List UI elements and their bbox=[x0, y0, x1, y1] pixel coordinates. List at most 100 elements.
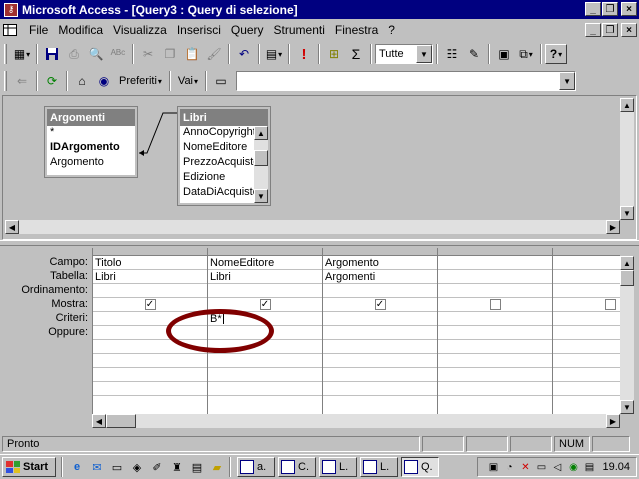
notepad-icon[interactable]: ✐ bbox=[148, 458, 166, 476]
copy-icon[interactable]: ❐ bbox=[159, 44, 181, 64]
paste-icon[interactable]: 📋 bbox=[181, 44, 203, 64]
table-pane[interactable]: Argomenti * IDArgomento Argomento Libri … bbox=[2, 95, 637, 240]
field-list-item[interactable]: AnnoCopyright bbox=[180, 126, 254, 141]
column-selector[interactable] bbox=[323, 248, 437, 256]
show-checkbox[interactable]: ✓ bbox=[144, 299, 156, 310]
menu-strumenti[interactable]: Strumenti bbox=[269, 23, 330, 37]
grid-cell-oppure[interactable] bbox=[438, 326, 552, 340]
volume-icon[interactable]: ◁ bbox=[550, 460, 564, 474]
scroll-right-icon[interactable]: ▶ bbox=[606, 414, 620, 428]
build-icon[interactable]: ✎ bbox=[463, 44, 485, 64]
taskbar-item-active[interactable]: Q. bbox=[401, 457, 439, 477]
back-arrow-icon[interactable]: ⇐ bbox=[11, 71, 33, 91]
grid-cell-oppure[interactable] bbox=[208, 326, 322, 340]
scroll-left-icon[interactable]: ◀ bbox=[5, 220, 19, 234]
grid-cell-campo[interactable]: Titolo bbox=[93, 256, 207, 270]
grid-cell-oppure[interactable] bbox=[93, 326, 207, 340]
cut-icon[interactable]: ✂ bbox=[137, 44, 159, 64]
grid-cell-tabella[interactable] bbox=[553, 270, 620, 284]
grid-column[interactable]: NomeEditore Libri ✓ B* bbox=[208, 248, 323, 414]
save-icon[interactable] bbox=[41, 44, 63, 64]
search-web-icon[interactable]: ◉ bbox=[93, 71, 115, 91]
grid-cell-mostra[interactable]: ✓ bbox=[208, 298, 322, 312]
favorites-menu[interactable]: Preferiti ▾ bbox=[115, 75, 166, 87]
show-checkbox[interactable]: ✓ bbox=[374, 299, 386, 310]
scroll-down-icon[interactable]: ▼ bbox=[620, 400, 634, 414]
query-document-icon[interactable] bbox=[2, 23, 18, 37]
field-list-item[interactable]: Edizione bbox=[180, 171, 254, 186]
doc-restore-button[interactable]: ❐ bbox=[602, 23, 618, 37]
grid-cell-criteri[interactable] bbox=[323, 312, 437, 326]
field-list-item[interactable]: * bbox=[47, 126, 135, 141]
chevron-down-icon[interactable]: ▼ bbox=[416, 45, 432, 63]
show-table-icon[interactable]: ⊞ bbox=[323, 44, 345, 64]
column-selector[interactable] bbox=[208, 248, 322, 256]
folder-icon[interactable]: ▰ bbox=[208, 458, 226, 476]
taskbar-item[interactable]: L. bbox=[319, 457, 357, 477]
grid-cell-ordinamento[interactable] bbox=[438, 284, 552, 298]
grid-cell-campo[interactable] bbox=[553, 256, 620, 270]
grid-cell-ordinamento[interactable] bbox=[553, 284, 620, 298]
scroll-left-icon[interactable]: ◀ bbox=[92, 414, 106, 428]
go-menu[interactable]: Vai ▾ bbox=[174, 75, 202, 87]
menu-finestra[interactable]: Finestra bbox=[330, 23, 383, 37]
show-checkbox[interactable] bbox=[604, 299, 616, 310]
help-icon[interactable]: ? ▾ bbox=[545, 44, 567, 64]
grid-cell-mostra[interactable] bbox=[438, 298, 552, 312]
table-argomenti[interactable]: Argomenti * IDArgomento Argomento bbox=[44, 106, 138, 178]
grid-vertical-scrollbar[interactable]: ▲ ▼ bbox=[620, 256, 634, 414]
grid-cell-tabella[interactable] bbox=[438, 270, 552, 284]
spelling-icon[interactable]: ᴬᴮᶜ bbox=[107, 44, 129, 64]
grid-cell-criteri[interactable] bbox=[553, 312, 620, 326]
menu-file[interactable]: File bbox=[24, 23, 53, 37]
column-selector[interactable] bbox=[93, 248, 207, 256]
grid-cell-campo[interactable]: NomeEditore bbox=[208, 256, 322, 270]
scroll-down-icon[interactable]: ▼ bbox=[254, 189, 268, 203]
antivirus-icon[interactable]: ◉ bbox=[566, 460, 580, 474]
calculator-icon[interactable]: ▤ bbox=[188, 458, 206, 476]
grid-cell-ordinamento[interactable] bbox=[208, 284, 322, 298]
chevron-down-icon[interactable]: ▼ bbox=[559, 72, 576, 90]
grid-cell-criteri[interactable] bbox=[93, 312, 207, 326]
new-object-icon[interactable]: ⧉ ▾ bbox=[515, 44, 537, 64]
scroll-right-icon[interactable]: ▶ bbox=[606, 220, 620, 234]
close-button[interactable]: × bbox=[621, 2, 637, 16]
scroll-up-icon[interactable]: ▲ bbox=[620, 256, 634, 270]
doc-close-button[interactable]: × bbox=[621, 23, 637, 37]
top-values-combo[interactable]: Tutte ▼ bbox=[375, 44, 433, 64]
grid-cell-ordinamento[interactable] bbox=[323, 284, 437, 298]
taskbar-item[interactable]: L. bbox=[360, 457, 398, 477]
grid-column[interactable] bbox=[553, 248, 620, 414]
disconnected-icon[interactable]: ✕ bbox=[518, 460, 532, 474]
grid-cell-campo[interactable] bbox=[438, 256, 552, 270]
channels-icon[interactable]: ◈ bbox=[128, 458, 146, 476]
pane-splitter[interactable] bbox=[0, 240, 639, 246]
menu-help[interactable]: ? bbox=[383, 23, 400, 37]
field-list-scrollbar[interactable]: ▲ ▼ bbox=[254, 126, 268, 203]
table-libri-title[interactable]: Libri bbox=[180, 109, 268, 126]
view-icon[interactable]: ▦ ▾ bbox=[11, 44, 33, 64]
show-checkbox[interactable]: ✓ bbox=[259, 299, 271, 310]
grid-cell-tabella[interactable]: Libri bbox=[208, 270, 322, 284]
task-icon[interactable]: ▤ bbox=[582, 460, 596, 474]
query-type-icon[interactable]: ▤ ▾ bbox=[263, 44, 285, 64]
paint-icon[interactable]: ♜ bbox=[168, 458, 186, 476]
totals-icon[interactable]: Σ bbox=[345, 44, 367, 64]
format-painter-icon[interactable]: 🖌 bbox=[203, 44, 225, 64]
taskbar-item[interactable]: C. bbox=[278, 457, 316, 477]
scroll-thumb[interactable] bbox=[254, 150, 268, 166]
field-list-item[interactable]: PrezzoAcquisto bbox=[180, 156, 254, 171]
doc-minimize-button[interactable]: _ bbox=[585, 23, 601, 37]
grid-cell-campo[interactable]: Argomento bbox=[323, 256, 437, 270]
minimize-button[interactable]: _ bbox=[585, 2, 601, 16]
scroll-down-icon[interactable]: ▼ bbox=[620, 206, 634, 220]
show-checkbox[interactable] bbox=[489, 299, 501, 310]
menu-visualizza[interactable]: Visualizza bbox=[108, 23, 172, 37]
clock[interactable]: 19.04 bbox=[602, 461, 630, 473]
restore-button[interactable]: ❐ bbox=[602, 2, 618, 16]
show-only-web-toolbar-icon[interactable]: ▭ bbox=[210, 71, 232, 91]
grid-cell-mostra[interactable]: ✓ bbox=[93, 298, 207, 312]
run-icon[interactable]: ! bbox=[293, 44, 315, 64]
outlook-icon[interactable]: ✉ bbox=[88, 458, 106, 476]
grid-cell-oppure[interactable] bbox=[323, 326, 437, 340]
